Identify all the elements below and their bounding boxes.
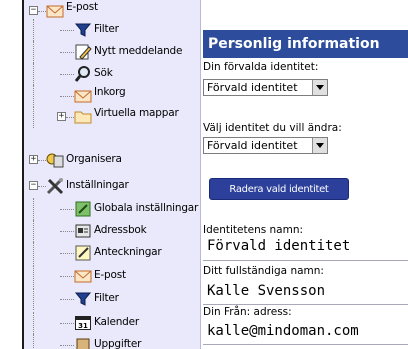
edit-identity-value: Förvald identitet <box>207 139 298 152</box>
full-name-label: Ditt fullständiga namn: <box>203 265 324 277</box>
sidebar-item-notes[interactable]: Anteckningar <box>24 242 200 264</box>
sidebar-item-calendar[interactable]: 31 Kalender <box>24 312 200 334</box>
sidebar-item-virtual-folders[interactable]: + Virtuella mappar <box>24 106 200 128</box>
filter-icon <box>74 290 92 308</box>
tasks-icon <box>74 336 92 349</box>
chevron-down-icon[interactable] <box>312 80 327 95</box>
app-window: − E-post Filter Nytt meddelande Sök Inko… <box>0 0 408 349</box>
settings-icon <box>74 200 92 218</box>
sidebar-item-addressbook[interactable]: Adressbok <box>24 220 200 242</box>
sidebar-item-label: Organisera <box>66 153 122 165</box>
sidebar-item-organize[interactable]: + Organisera <box>24 149 200 171</box>
edit-identity-label: Välj identitet du vill ändra: <box>203 122 342 134</box>
collapse-icon[interactable]: − <box>29 181 38 190</box>
sidebar-item-label: E-post <box>66 1 98 13</box>
field-separator <box>203 260 408 261</box>
field-separator <box>203 344 408 345</box>
default-identity-value: Förvald identitet <box>207 81 298 94</box>
sidebar-item-label: Sök <box>94 67 113 79</box>
content-panel: Personlig information Din förvalda ident… <box>201 0 408 349</box>
default-identity-select[interactable]: Förvald identitet <box>203 79 328 96</box>
sidebar-item-label: Filter <box>94 292 119 304</box>
compose-icon <box>74 43 92 61</box>
sidebar-item-inbox[interactable]: Inkorg <box>24 85 200 107</box>
delete-identity-button[interactable]: Radera vald identitet <box>209 178 349 200</box>
expand-icon[interactable]: + <box>29 155 38 164</box>
collapse-icon[interactable]: − <box>29 6 38 15</box>
calendar-icon: 31 <box>74 314 92 332</box>
chevron-down-icon[interactable] <box>312 138 327 153</box>
sidebar-item-label: Nytt meddelande <box>94 45 183 57</box>
addressbook-icon <box>74 222 92 240</box>
sidebar-item-label: Virtuella mappar <box>94 107 179 119</box>
envelope-icon <box>74 87 92 105</box>
tools-icon <box>46 177 64 195</box>
panel-title: Personlig information <box>203 30 408 58</box>
folder-icon <box>74 108 92 126</box>
sidebar-item-label: Globala inställningar <box>94 202 199 214</box>
sidebar: − E-post Filter Nytt meddelande Sök Inko… <box>24 0 201 349</box>
sidebar-item-filter-settings[interactable]: Filter <box>24 288 200 310</box>
sidebar-item-label: Uppgifter <box>94 338 142 349</box>
identity-name-field[interactable]: Förvald identitet <box>203 237 408 256</box>
from-address-label: Din Från: adress: <box>203 306 292 318</box>
sidebar-item-label: Filter <box>94 23 119 35</box>
sidebar-item-filter[interactable]: Filter <box>24 19 200 41</box>
sidebar-item-label: Inställningar <box>66 179 129 191</box>
sidebar-item-label: Inkorg <box>94 86 126 98</box>
full-name-field[interactable]: Kalle Svensson <box>203 282 408 301</box>
field-separator <box>203 304 408 305</box>
expand-icon[interactable]: + <box>57 112 66 121</box>
sidebar-item-new-message[interactable]: Nytt meddelande <box>24 41 200 63</box>
calendar-icon-text: 31 <box>78 322 88 330</box>
from-address-field[interactable]: kalle@mindoman.com <box>203 322 408 341</box>
sidebar-item-tasks[interactable]: Uppgifter <box>24 334 200 349</box>
main-frame: − E-post Filter Nytt meddelande Sök Inko… <box>22 0 408 349</box>
default-identity-label: Din förvalda identitet: <box>203 61 319 73</box>
search-icon <box>74 65 92 83</box>
sidebar-item-label: Kalender <box>94 316 140 328</box>
sidebar-item-label: Adressbok <box>94 224 147 236</box>
identity-name-label: Identitetens namn: <box>203 224 304 236</box>
envelope-icon <box>74 267 92 285</box>
sidebar-item-global-settings[interactable]: Globala inställningar <box>24 198 200 220</box>
sidebar-item-label: E-post <box>94 269 126 281</box>
sidebar-item-mail-settings[interactable]: E-post <box>24 265 200 287</box>
envelope-icon <box>46 2 64 20</box>
sidebar-item-label: Anteckningar <box>94 246 162 258</box>
sidebar-item-search[interactable]: Sök <box>24 63 200 85</box>
notes-icon <box>74 244 92 262</box>
filter-icon <box>74 21 92 39</box>
sidebar-item-settings[interactable]: − Inställningar <box>24 175 200 197</box>
organizer-icon <box>46 151 64 169</box>
edit-identity-select[interactable]: Förvald identitet <box>203 137 328 154</box>
